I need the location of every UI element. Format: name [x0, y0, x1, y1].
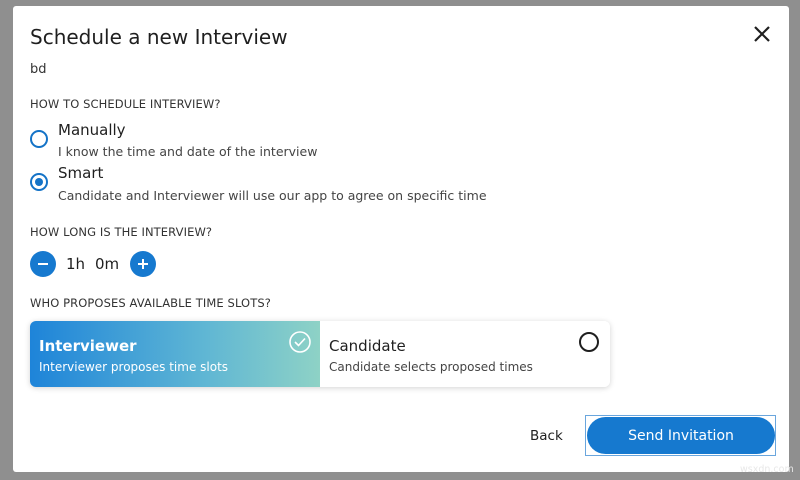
schedule-method-label: HOW TO SCHEDULE INTERVIEW? — [30, 97, 221, 111]
check-circle-icon — [288, 330, 312, 358]
radio-manually[interactable] — [30, 130, 48, 148]
plus-icon[interactable] — [130, 251, 156, 277]
dialog-title: Schedule a new Interview — [30, 25, 288, 49]
unchecked-circle-icon — [579, 332, 599, 352]
duration-minutes: 0m — [95, 255, 120, 273]
option-candidate[interactable]: Candidate Candidate selects proposed tim… — [320, 321, 610, 387]
duration-hours: 1h — [66, 255, 86, 273]
proposer-label: WHO PROPOSES AVAILABLE TIME SLOTS? — [30, 296, 271, 310]
option-manually-description: I know the time and date of the intervie… — [58, 144, 318, 159]
option-manually-title: Manually — [58, 121, 126, 139]
close-icon[interactable] — [751, 23, 773, 45]
option-smart-title: Smart — [58, 164, 104, 182]
option-interviewer-description: Interviewer proposes time slots — [39, 360, 229, 374]
option-smart-description: Candidate and Interviewer will use our a… — [58, 188, 487, 203]
send-invitation-button[interactable]: Send Invitation — [587, 417, 775, 454]
minus-icon[interactable] — [30, 251, 56, 277]
option-interviewer[interactable]: Interviewer Interviewer proposes time sl… — [30, 321, 320, 387]
watermark: wsxdn.com — [740, 464, 794, 475]
option-candidate-title: Candidate — [329, 337, 406, 355]
duration-label: HOW LONG IS THE INTERVIEW? — [30, 225, 213, 239]
option-interviewer-title: Interviewer — [39, 337, 137, 355]
back-button[interactable]: Back — [530, 428, 563, 444]
option-candidate-description: Candidate selects proposed times — [329, 360, 533, 374]
schedule-interview-dialog: Schedule a new Interview bd HOW TO SCHED… — [13, 6, 789, 472]
dialog-subtitle: bd — [30, 62, 47, 77]
radio-smart[interactable] — [30, 173, 48, 191]
proposer-options: Interviewer Interviewer proposes time sl… — [30, 321, 610, 387]
